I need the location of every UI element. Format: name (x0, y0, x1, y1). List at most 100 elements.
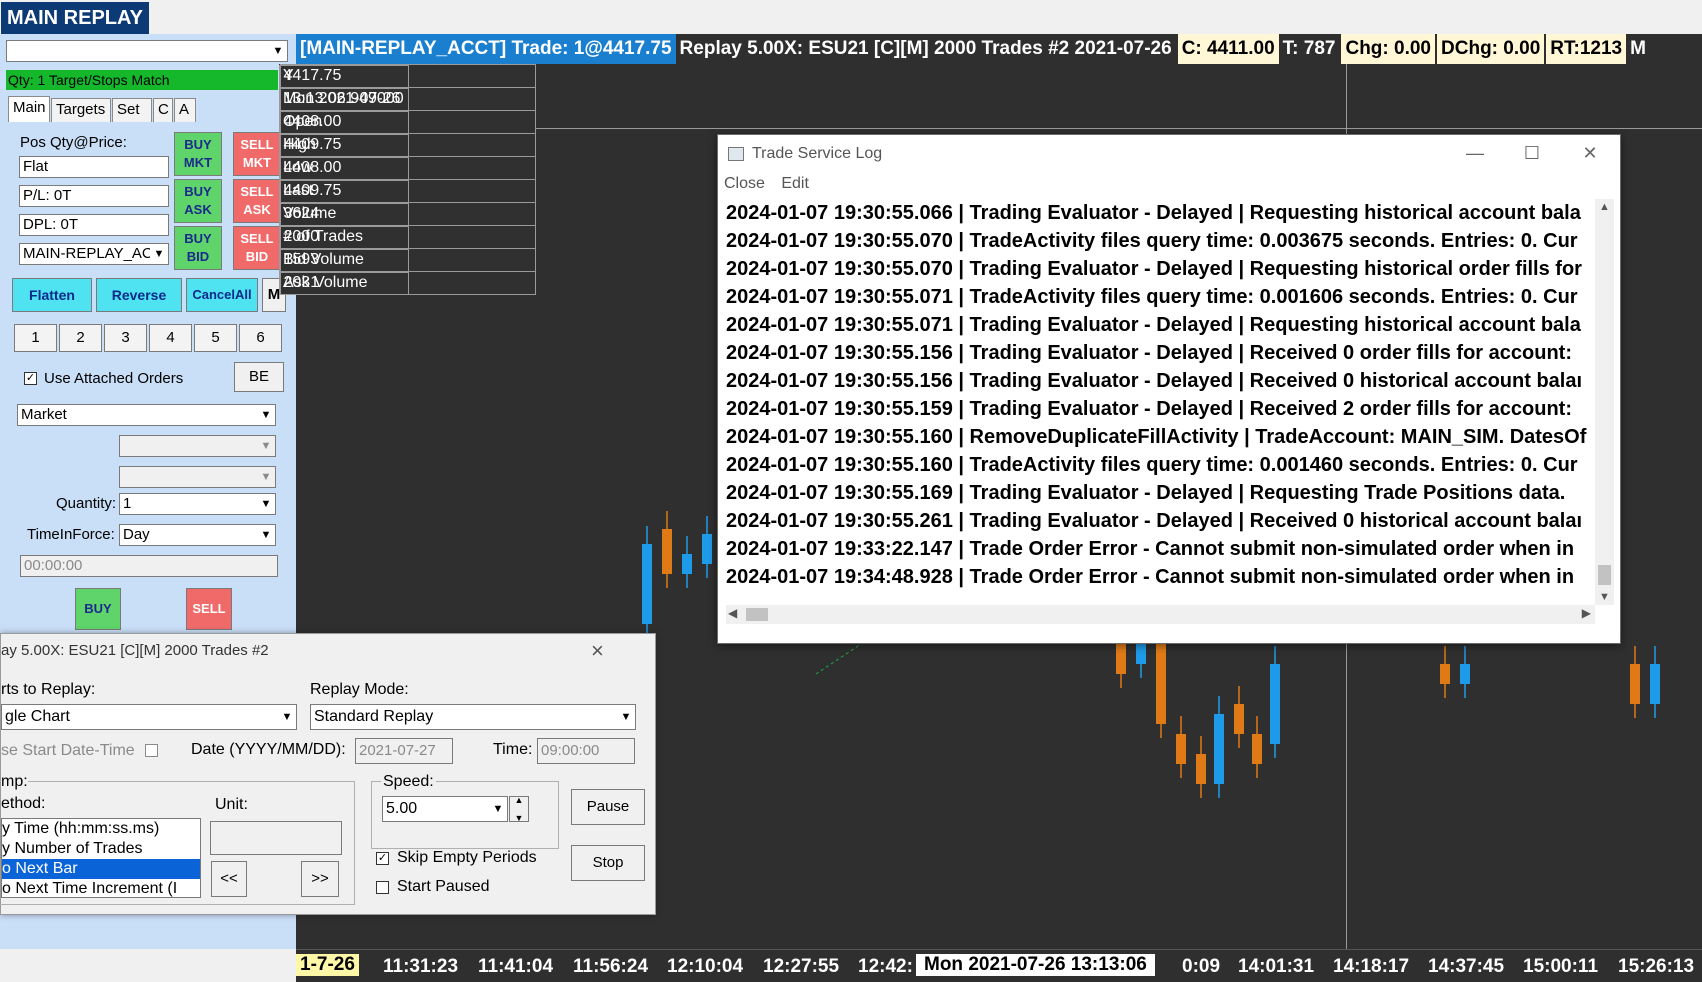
trade-account-select[interactable]: MAIN-REPLAY_AC ▼ (19, 243, 169, 265)
scroll-thumb[interactable] (746, 608, 768, 621)
tab-set[interactable]: Set (112, 98, 152, 122)
qty-preset-button[interactable]: 5 (194, 324, 237, 352)
close-icon[interactable]: ✕ (1570, 141, 1610, 165)
sell-bid-button[interactable]: SELL BID (233, 226, 281, 270)
chevron-down-icon[interactable]: ▼ (278, 705, 296, 729)
log-line: 2024-01-07 19:30:55.169 | Trading Evalua… (726, 482, 1566, 504)
change-box: Chg: 0.00 (1341, 34, 1436, 64)
list-item-selected[interactable]: o Next Bar (2, 859, 200, 879)
trade-account-label[interactable]: [MAIN-REPLAY_ACCT] Trade: 1@4417.75 (296, 34, 676, 64)
use-attached-checkbox[interactable]: ✓ (24, 372, 37, 385)
chevron-down-icon: ▼ (257, 467, 275, 487)
stop-button[interactable]: Stop (571, 845, 645, 881)
tif-select[interactable]: Day ▼ (119, 524, 276, 546)
chevron-up-icon[interactable]: ▲ (1599, 201, 1610, 213)
top-strip (0, 0, 1702, 34)
data-window-row: Y 4417.75 (279, 64, 536, 88)
log-line: 2024-01-07 19:30:55.156 | Trading Evalua… (726, 370, 1583, 392)
data-window: Y 4417.75 Mon 2021-07-26 13:13:06.949000 Ope… (279, 64, 536, 295)
buy-bid-button[interactable]: BUY BID (174, 226, 222, 270)
time-tick: 11:41:04 (478, 956, 554, 977)
chevron-left-icon[interactable]: ◀ (728, 606, 737, 620)
axis-start-label: 1-7-26 (296, 954, 359, 976)
cancel-all-button[interactable]: CancelAll (186, 278, 258, 312)
start-paused-checkbox[interactable] (376, 881, 389, 894)
time-tick: 12:42: (858, 956, 913, 977)
log-line: 2024-01-07 19:30:55.071 | Trading Evalua… (726, 314, 1581, 336)
close-icon[interactable]: × (591, 638, 604, 664)
sell-market-button[interactable]: SELL MKT (233, 132, 281, 176)
sell-ask-button[interactable]: SELL ASK (233, 179, 281, 223)
tif-label: TimeInForce: (27, 526, 115, 543)
tab-c[interactable]: C (153, 98, 173, 122)
breakeven-button[interactable]: BE (234, 362, 284, 392)
order-type-select[interactable]: Market ▼ (17, 404, 276, 426)
qty-preset-button[interactable]: 2 (59, 324, 102, 352)
chevron-down-icon[interactable]: ▼ (257, 494, 275, 514)
chevron-down-icon[interactable]: ▼ (1599, 591, 1610, 603)
menu-close[interactable]: Close (724, 175, 765, 192)
use-start-datetime-checkbox[interactable] (145, 744, 158, 757)
time-tick: 14:37:45 (1428, 956, 1505, 977)
log-line: 2024-01-07 19:34:48.928 | Trade Order Er… (726, 566, 1575, 588)
pause-button[interactable]: Pause (571, 789, 645, 825)
log-line: 2024-01-07 19:30:55.070 | Trading Evalua… (726, 258, 1582, 280)
tab-a[interactable]: A (174, 98, 196, 122)
replay-mode-select[interactable]: Standard Replay ▼ (310, 704, 636, 730)
quantity-presets: 1 2 3 4 5 6 (14, 324, 284, 354)
list-item[interactable]: y Time (hh:mm:ss.ms) (2, 819, 200, 839)
horizontal-scrollbar[interactable]: ◀ ▶ (726, 605, 1595, 624)
buy-market-button[interactable]: BUY MKT (174, 132, 222, 176)
chart-account-select[interactable]: ▼ (6, 40, 288, 62)
chevron-down-icon[interactable]: ▼ (489, 797, 507, 821)
sell-button[interactable]: SELL (186, 588, 232, 630)
log-text-area[interactable]: 2024-01-07 19:30:55.066 | Trading Evalua… (726, 199, 1595, 605)
maximize-icon[interactable]: ☐ (1512, 141, 1552, 165)
list-item[interactable]: y Number of Trades (2, 839, 200, 859)
chevron-down-icon[interactable]: ▼ (257, 525, 275, 545)
speed-stepper[interactable]: ▲ ▼ (509, 795, 529, 823)
data-window-label: Open (279, 110, 409, 134)
axis-cursor-label: Mon 2021-07-26 13:13:06 (916, 954, 1155, 976)
chevron-down-icon[interactable]: ▼ (150, 244, 168, 264)
reverse-button[interactable]: Reverse (96, 278, 182, 312)
vertical-scrollbar[interactable]: ▲ ▼ (1595, 199, 1614, 605)
jump-method-list[interactable]: y Time (hh:mm:ss.ms) y Number of Trades … (1, 818, 201, 898)
data-window-row: Last 4409.75 (279, 179, 536, 203)
dialog-title: ay 5.00X: ESU21 [C][M] 2000 Trades #2 (1, 642, 269, 659)
charts-to-replay-select[interactable]: gle Chart ▼ (1, 704, 297, 730)
qty-preset-button[interactable]: 4 (149, 324, 192, 352)
date-field[interactable]: 2021-07-27 (355, 738, 453, 764)
buy-button[interactable]: BUY (75, 588, 121, 630)
minimize-icon[interactable]: — (1455, 141, 1495, 165)
data-window-row: Volume 3624 (279, 202, 536, 226)
skip-empty-checkbox[interactable]: ✓ (376, 852, 389, 865)
replay-dialog: ay 5.00X: ESU21 [C][M] 2000 Trades #2 × … (0, 633, 656, 915)
chevron-down-icon[interactable]: ▼ (617, 705, 635, 729)
candle-body (642, 544, 652, 624)
unit-field[interactable] (210, 821, 342, 855)
qty-preset-button[interactable]: 6 (239, 324, 282, 352)
time-tick: 14:18:17 (1333, 956, 1410, 977)
speed-select[interactable]: 5.00 ▼ (382, 796, 508, 822)
chevron-down-icon[interactable]: ▼ (257, 405, 275, 425)
chevron-right-icon[interactable]: ▶ (1582, 606, 1591, 620)
time-field[interactable]: 09:00:00 (537, 738, 635, 764)
list-item[interactable]: o Next Time Increment (I (2, 879, 200, 897)
data-window-row: Mon 2021-07-26 13:13:06.949000 (279, 87, 536, 111)
tab-main[interactable]: Main (8, 96, 50, 122)
scroll-thumb[interactable] (1598, 565, 1611, 585)
quantity-select[interactable]: 1 ▼ (119, 493, 276, 515)
flatten-button[interactable]: Flatten (12, 278, 92, 312)
buy-ask-button[interactable]: BUY ASK (174, 179, 222, 223)
qty-preset-button[interactable]: 1 (14, 324, 57, 352)
chevron-down-icon[interactable]: ▼ (269, 41, 287, 61)
qty-preset-button[interactable]: 3 (104, 324, 147, 352)
jump-forward-button[interactable]: >> (301, 861, 339, 897)
speed-label: Speed: (381, 773, 436, 791)
jump-back-button[interactable]: << (211, 861, 247, 897)
data-window-label: Last (279, 179, 409, 203)
tab-targets[interactable]: Targets (51, 98, 111, 122)
menu-edit[interactable]: Edit (781, 175, 809, 192)
candle-body (1440, 664, 1450, 684)
